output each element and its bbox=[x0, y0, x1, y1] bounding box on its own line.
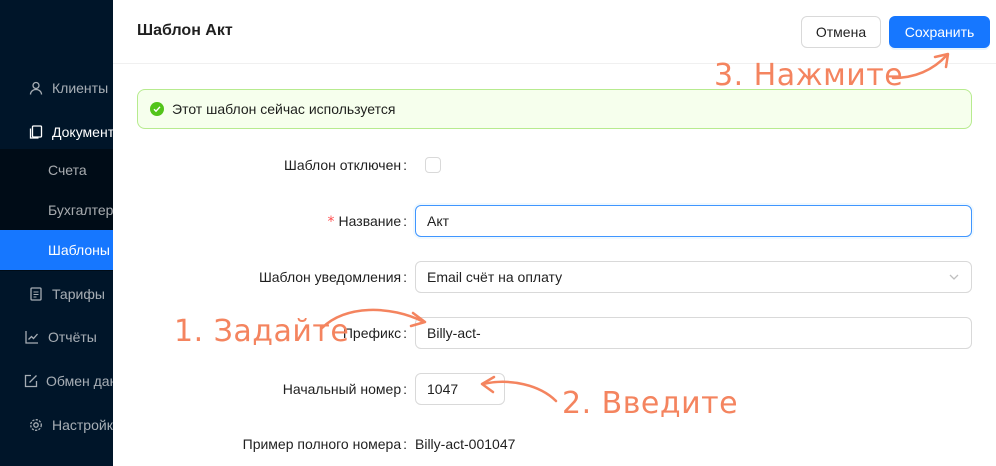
name-input[interactable]: Акт bbox=[415, 205, 972, 237]
prefix-label: Префикс: bbox=[342, 325, 407, 341]
file-copy-icon bbox=[28, 124, 44, 140]
user-icon bbox=[28, 80, 44, 96]
chevron-down-icon bbox=[948, 271, 960, 283]
prefix-label-text: Префикс bbox=[342, 325, 402, 341]
start-number-label-text: Начальный номер bbox=[282, 381, 402, 397]
success-alert: Этот шаблон сейчас используется bbox=[137, 89, 972, 129]
prefix-input-value: Billy-act- bbox=[427, 325, 481, 341]
name-label-text: Название bbox=[338, 213, 402, 229]
notification-select[interactable]: Email счёт на оплату bbox=[415, 261, 972, 293]
example-label: Пример полного номера: bbox=[242, 436, 407, 452]
name-label: * Название: bbox=[327, 213, 407, 230]
example-value: Billy-act-001047 bbox=[415, 436, 516, 452]
start-number-value: 1047 bbox=[427, 381, 459, 397]
required-mark: * bbox=[327, 214, 335, 230]
drawer-title: Шаблон Акт bbox=[137, 22, 233, 39]
annotation-step-1: 1. Задайте bbox=[174, 314, 350, 349]
prefix-input[interactable]: Billy-act- bbox=[415, 317, 972, 349]
line-chart-icon bbox=[24, 329, 40, 345]
drawer-header: Шаблон Акт Отмена Сохранить bbox=[113, 0, 996, 64]
notification-label-text: Шаблон уведомления bbox=[258, 269, 402, 285]
disabled-checkbox[interactable] bbox=[425, 157, 441, 173]
file-text-icon bbox=[28, 286, 44, 302]
example-label-text: Пример полного номера bbox=[242, 436, 402, 452]
notification-select-value: Email счёт на оплату bbox=[427, 269, 563, 285]
disabled-label: Шаблон отключен: bbox=[284, 157, 407, 173]
start-number-input[interactable]: 1047 bbox=[415, 373, 505, 405]
edit-square-icon bbox=[24, 373, 38, 389]
check-circle-icon bbox=[150, 102, 164, 116]
save-button[interactable]: Сохранить bbox=[889, 16, 990, 48]
sidebar-subitem-label: Шаблоны bbox=[48, 242, 110, 258]
annotation-step-2: 2. Введите bbox=[562, 386, 739, 421]
sidebar-item-label: Настройки bbox=[52, 417, 121, 433]
start-number-label: Начальный номер: bbox=[282, 381, 407, 397]
name-input-value: Акт bbox=[427, 213, 450, 229]
notification-label: Шаблон уведомления: bbox=[258, 269, 407, 285]
alert-text: Этот шаблон сейчас используется bbox=[172, 101, 396, 117]
annotation-step-3: 3. Нажмите bbox=[714, 58, 904, 93]
sidebar-subitem-label: Счета bbox=[48, 162, 87, 178]
disabled-label-text: Шаблон отключен bbox=[284, 157, 402, 173]
sidebar-item-label: Отчёты bbox=[48, 329, 97, 345]
sidebar-item-label: Клиенты bbox=[52, 80, 109, 96]
sidebar-item-label: Тарифы bbox=[52, 286, 105, 302]
gear-icon bbox=[28, 417, 44, 433]
cancel-button[interactable]: Отмена bbox=[801, 16, 881, 48]
